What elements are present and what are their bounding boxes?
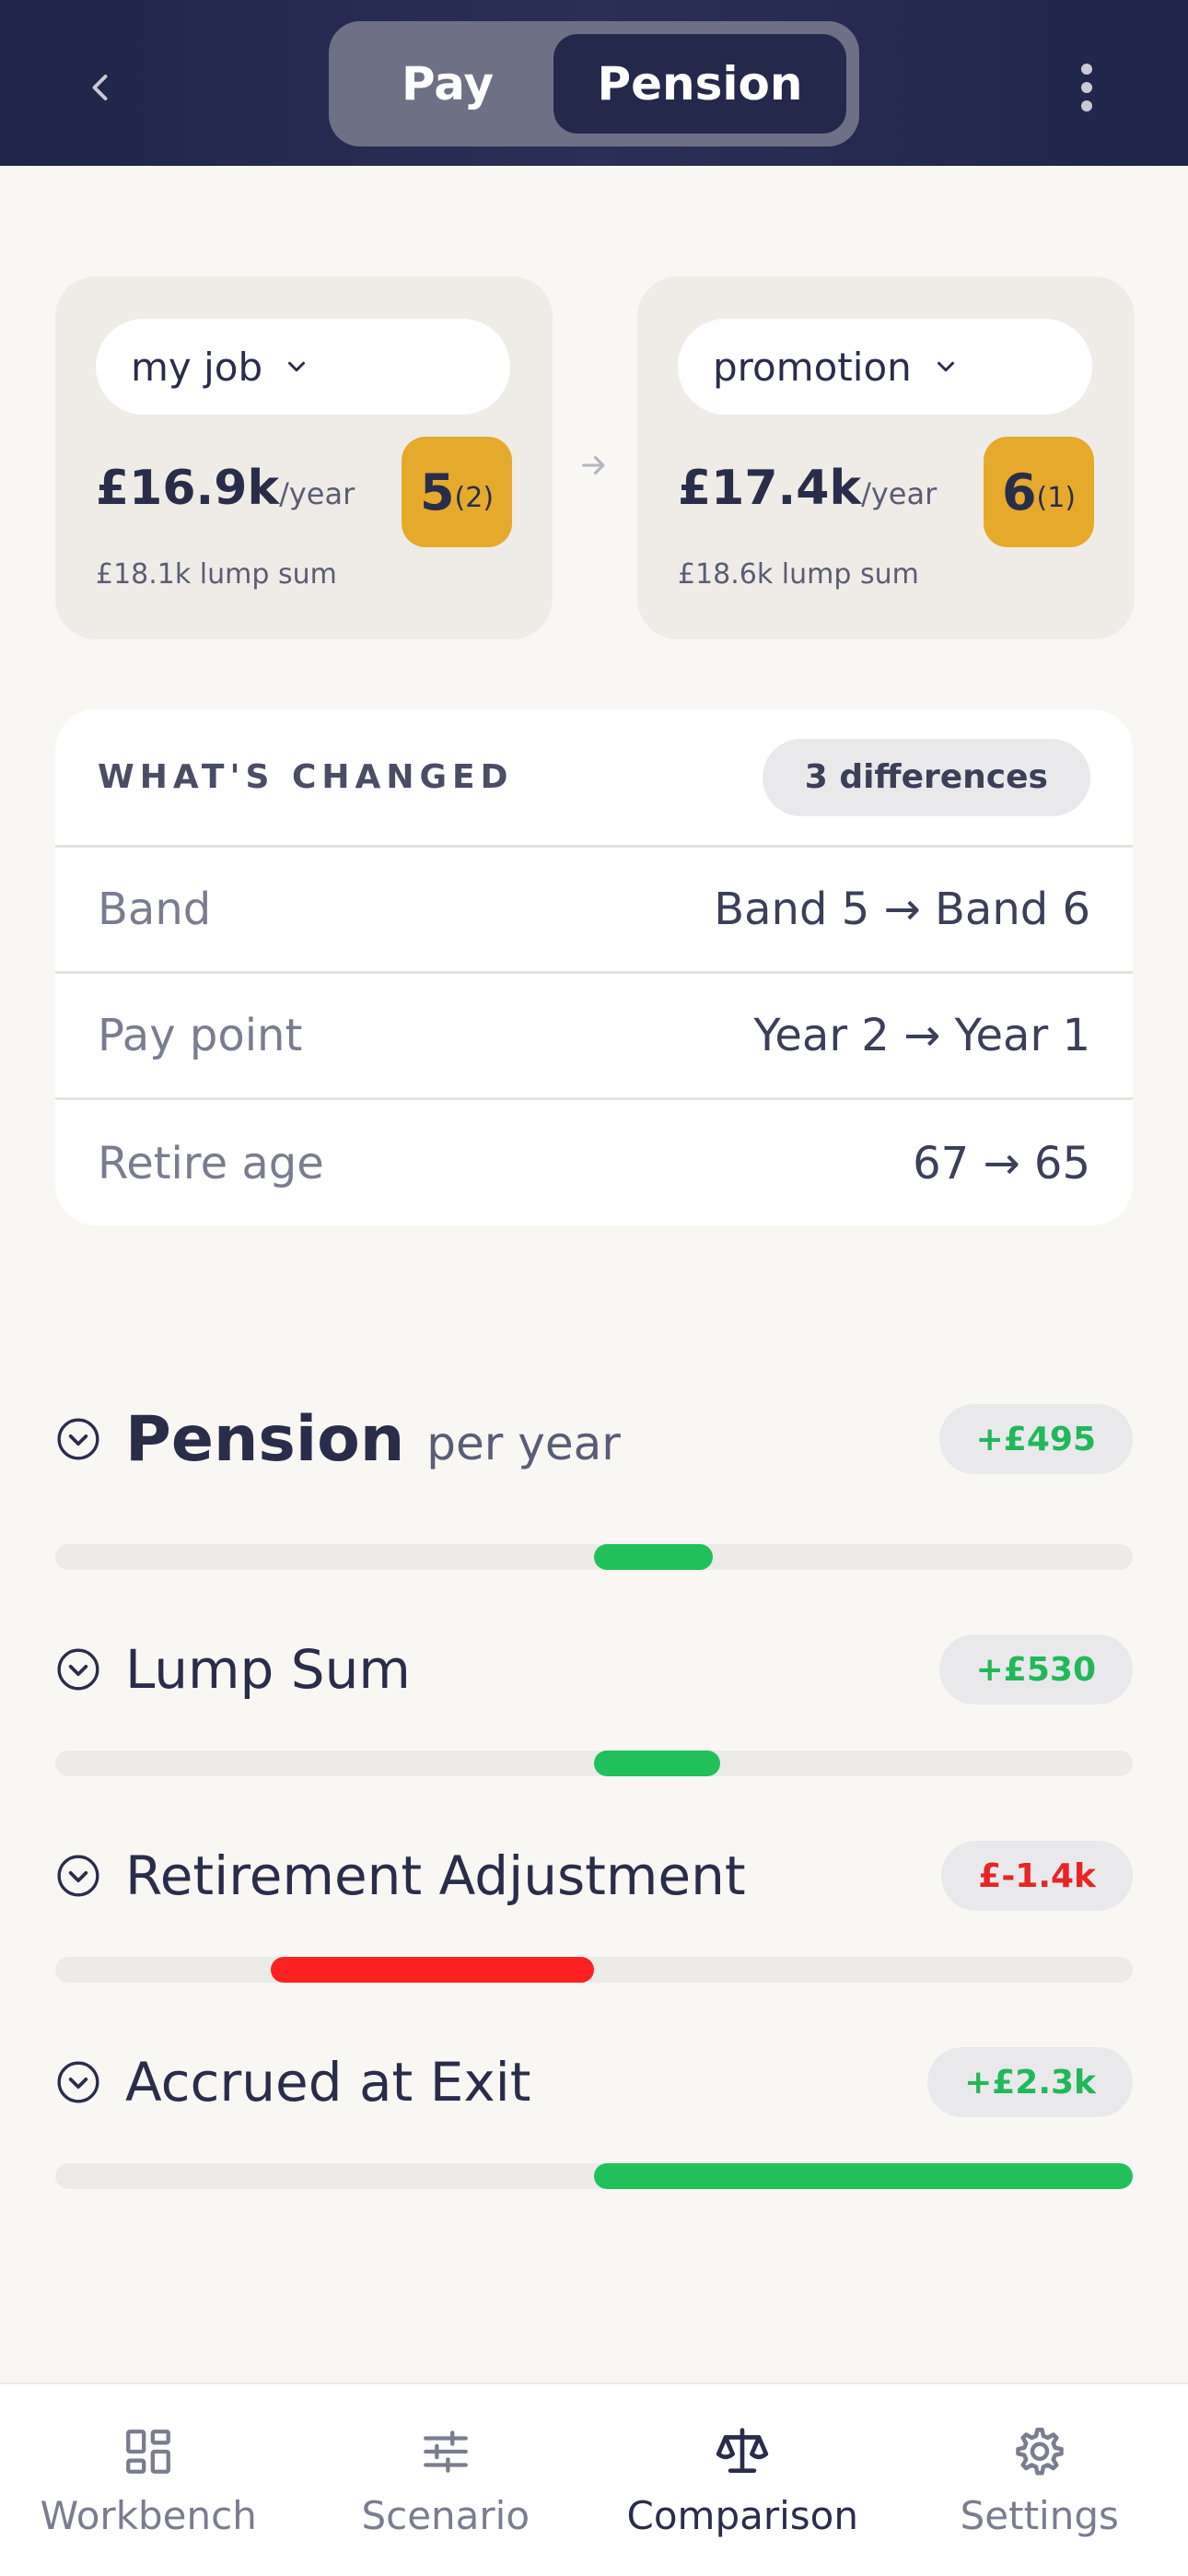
gear-icon	[1011, 2423, 1068, 2480]
scenario-card-right: promotion £17.4k/year £18.6k lump sum 6(…	[637, 276, 1135, 639]
expand-chevron-icon[interactable]	[55, 2059, 101, 2105]
metric-pension: Pension per year +£495	[55, 1402, 1133, 1577]
metric-title: Retirement Adjustment	[125, 1844, 746, 1907]
metric-title: Pension	[125, 1402, 405, 1476]
change-label: Pay point	[98, 1010, 303, 1061]
delta-bar-track	[55, 2163, 1133, 2189]
tab-comparison[interactable]: Comparison	[594, 2384, 891, 2576]
lump-sum: £18.6k lump sum	[678, 558, 919, 591]
top-bar: Pay Pension	[0, 0, 1188, 166]
delta-badge: £-1.4k	[941, 1841, 1133, 1911]
amount-unit: /year	[279, 476, 355, 511]
scenario-name: my job	[131, 344, 263, 390]
pay-pension-toggle: Pay Pension	[329, 21, 859, 146]
back-button[interactable]	[64, 55, 138, 120]
expand-chevron-icon[interactable]	[55, 1853, 101, 1899]
scenario-name: promotion	[713, 344, 912, 390]
metric-title: Accrued at Exit	[125, 2051, 531, 2113]
lump-sum: £18.1k lump sum	[96, 558, 337, 591]
metric-title: Lump Sum	[125, 1638, 411, 1701]
tab-settings[interactable]: Settings	[891, 2384, 1188, 2576]
change-label: Retire age	[98, 1137, 324, 1189]
more-menu-button[interactable]	[1050, 51, 1124, 124]
chevron-left-icon	[92, 75, 108, 100]
change-row-retire-age: Retire age 67 → 65	[55, 1100, 1133, 1225]
more-vertical-icon	[1081, 64, 1092, 111]
band-number: 6	[1001, 463, 1037, 521]
bottom-tab-bar: Workbench Scenario Comparison Settings	[0, 2383, 1188, 2576]
amount-unit: /year	[861, 476, 938, 511]
chevron-down-icon	[932, 353, 960, 381]
whats-changed-title: WHAT'S CHANGED	[98, 758, 514, 796]
chevron-down-icon	[283, 353, 310, 381]
expand-chevron-icon[interactable]	[55, 1416, 101, 1462]
delta-badge: +£2.3k	[927, 2047, 1133, 2117]
delta-badge: +£495	[938, 1404, 1133, 1474]
band-number: 5	[419, 463, 455, 521]
delta-bar-track	[55, 1957, 1133, 1983]
change-label: Band	[98, 884, 212, 935]
delta-badge: +£530	[938, 1634, 1133, 1704]
scenario-select-right[interactable]: promotion	[678, 319, 1092, 415]
band-badge: 6 (1)	[984, 437, 1094, 547]
delta-bar-fill	[594, 1751, 720, 1776]
scenario-select-left[interactable]: my job	[96, 319, 510, 415]
expand-chevron-icon[interactable]	[55, 1646, 101, 1692]
whats-changed-header: WHAT'S CHANGED 3 differences	[55, 709, 1133, 848]
scale-icon	[714, 2423, 771, 2480]
differences-count-badge: 3 differences	[762, 738, 1090, 816]
band-badge: 5 (2)	[402, 437, 512, 547]
tab-pension[interactable]: Pension	[553, 34, 846, 134]
amount-value: £17.4k	[678, 461, 862, 516]
change-row-band: Band Band 5 → Band 6	[55, 848, 1133, 974]
tab-label: Scenario	[361, 2493, 530, 2538]
delta-bar-fill	[271, 1957, 594, 1983]
metric-subtitle: per year	[426, 1417, 621, 1470]
dashboard-icon	[120, 2423, 177, 2480]
delta-bar-fill	[594, 1544, 713, 1570]
tab-label: Comparison	[626, 2493, 858, 2538]
pay-point: (1)	[1036, 481, 1077, 514]
delta-bar-track	[55, 1751, 1133, 1776]
sliders-icon	[417, 2423, 474, 2480]
tab-label: Workbench	[40, 2493, 257, 2538]
metric-accrued-at-exit: Accrued at Exit +£2.3k	[55, 2045, 1133, 2193]
tab-pay[interactable]: Pay	[342, 34, 553, 134]
tab-scenario[interactable]: Scenario	[297, 2384, 595, 2576]
delta-bar-fill	[594, 2163, 1133, 2189]
change-value: Band 5 → Band 6	[714, 884, 1090, 935]
change-value: 67 → 65	[913, 1137, 1090, 1189]
pension-amount: £16.9k/year	[96, 461, 355, 516]
pay-point: (2)	[454, 481, 495, 514]
change-row-pay-point: Pay point Year 2 → Year 1	[55, 974, 1133, 1100]
whats-changed-panel: WHAT'S CHANGED 3 differences Band Band 5…	[55, 709, 1133, 1225]
scenario-card-left: my job £16.9k/year £18.1k lump sum 5 (2)	[55, 276, 553, 639]
tab-label: Settings	[960, 2493, 1119, 2538]
metric-retirement-adjustment: Retirement Adjustment £-1.4k	[55, 1839, 1133, 1986]
change-value: Year 2 → Year 1	[753, 1010, 1090, 1061]
metric-lump-sum: Lump Sum +£530	[55, 1633, 1133, 1780]
arrow-right-icon	[571, 442, 617, 488]
delta-bar-track	[55, 1544, 1133, 1570]
amount-value: £16.9k	[96, 461, 280, 516]
pension-amount: £17.4k/year	[678, 461, 937, 516]
tab-workbench[interactable]: Workbench	[0, 2384, 297, 2576]
